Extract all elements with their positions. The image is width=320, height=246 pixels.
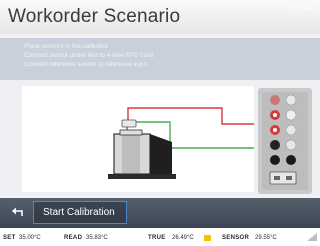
- bottom-toolbar: Start Calibration: [0, 198, 320, 228]
- status-bar: SET 35.00°C READ 35.83°C TRUE 26.49°C SE…: [0, 228, 320, 246]
- set-label: SET: [3, 235, 16, 241]
- sensor-label: SENSOR: [222, 235, 250, 241]
- set-value: 35.00°C: [19, 235, 41, 241]
- power-icon: [292, 4, 300, 12]
- instruction-panel: Place sensors in the calibrator Connect …: [0, 38, 320, 80]
- true-indicator: [204, 235, 211, 241]
- terminal-panel: [258, 88, 312, 194]
- read-label: READ: [64, 235, 83, 241]
- thermocouple-connector-icon: [269, 171, 297, 185]
- signal-icon: [307, 233, 317, 241]
- back-button[interactable]: [9, 203, 27, 223]
- true-value: 26.49°C: [172, 235, 194, 241]
- back-arrow-icon: [11, 204, 25, 222]
- page-title: Workorder Scenario: [8, 6, 181, 27]
- true-label: TRUE: [148, 235, 166, 241]
- instruction-line: Place sensors in the calibrator: [24, 43, 109, 50]
- instruction-line: Connect sensor under test to 4-wire RTD …: [24, 52, 154, 59]
- clock: 14:2: [292, 4, 316, 12]
- sensor-value: 29.55°C: [255, 235, 277, 241]
- clock-time: 14:2: [302, 4, 316, 12]
- title-bar: Workorder Scenario 14:2: [0, 0, 320, 34]
- instruction-line: Connect reference sensor to reference in…: [24, 61, 148, 68]
- read-value: 35.83°C: [86, 235, 108, 241]
- dry-block-calibrator-icon: [108, 129, 176, 179]
- start-calibration-button[interactable]: Start Calibration: [33, 201, 127, 224]
- connection-diagram: [22, 86, 254, 192]
